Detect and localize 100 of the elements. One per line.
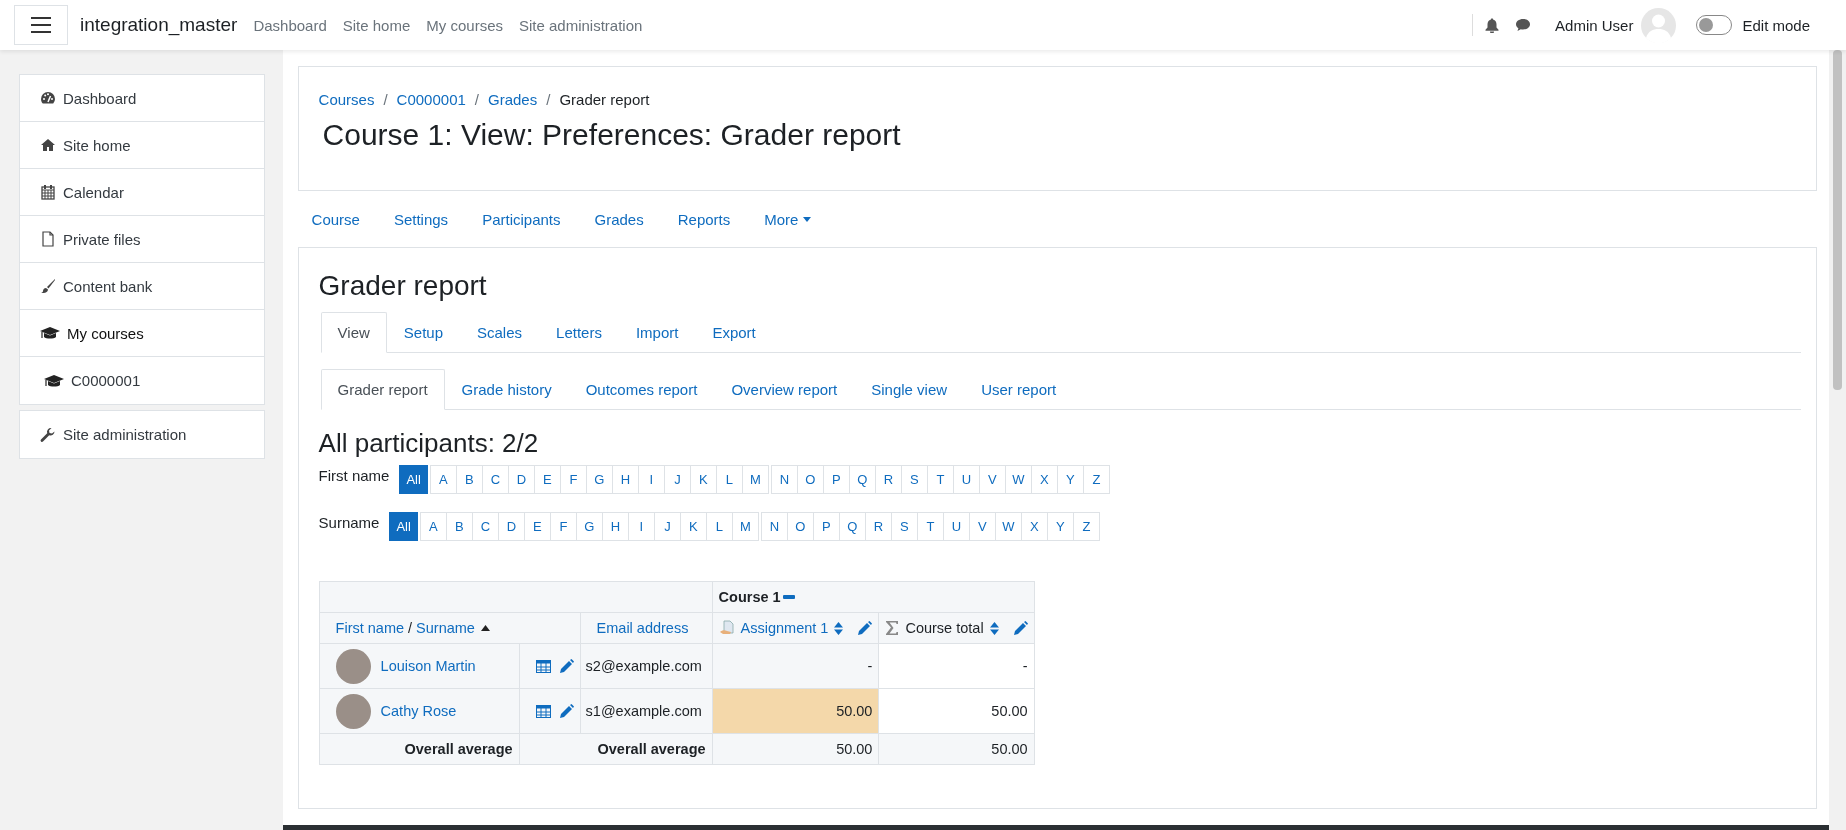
- site-name[interactable]: integration_master: [80, 14, 238, 36]
- letter-filter-button[interactable]: B: [455, 465, 483, 494]
- letter-filter-button[interactable]: W: [1004, 465, 1032, 494]
- sidebar-item[interactable]: Dashboard: [20, 75, 264, 122]
- letter-filter-button[interactable]: V: [968, 512, 996, 541]
- sidebar-item[interactable]: C0000001: [20, 357, 264, 404]
- letter-filter-button[interactable]: M: [741, 465, 769, 494]
- letter-filter-button[interactable]: U: [952, 465, 980, 494]
- course-nav-link[interactable]: More: [764, 210, 812, 228]
- tab[interactable]: User report: [964, 369, 1074, 410]
- letter-filter-button[interactable]: N: [760, 512, 788, 541]
- nav-link[interactable]: Dashboard: [253, 16, 327, 34]
- letter-filter-button[interactable]: G: [575, 512, 603, 541]
- grade-cell[interactable]: -: [712, 643, 879, 689]
- nav-link[interactable]: Site administration: [519, 16, 643, 34]
- letter-filter-button[interactable]: N: [770, 465, 798, 494]
- tab[interactable]: Single view: [854, 369, 965, 410]
- letter-filter-button[interactable]: L: [705, 512, 733, 541]
- letter-filter-button[interactable]: Q: [848, 465, 876, 494]
- letter-filter-button[interactable]: T: [916, 512, 944, 541]
- letter-filter-button[interactable]: D: [507, 465, 535, 494]
- letter-filter-button[interactable]: K: [679, 512, 707, 541]
- tab[interactable]: Grade history: [444, 369, 569, 410]
- letter-filter-button[interactable]: E: [533, 465, 561, 494]
- letter-filter-button[interactable]: Y: [1056, 465, 1084, 494]
- letter-filter-button[interactable]: Q: [838, 512, 866, 541]
- bell-icon[interactable]: [1485, 17, 1500, 33]
- letter-filter-button[interactable]: R: [874, 465, 902, 494]
- tab[interactable]: Letters: [539, 312, 619, 353]
- sidebar-item[interactable]: Calendar: [20, 169, 264, 216]
- letter-filter-button[interactable]: S: [900, 465, 928, 494]
- letter-filter-button[interactable]: All: [399, 465, 428, 494]
- tab[interactable]: Import: [618, 312, 696, 353]
- letter-filter-button[interactable]: O: [786, 512, 814, 541]
- letter-filter-button[interactable]: G: [585, 465, 613, 494]
- letter-filter-button[interactable]: Z: [1082, 465, 1110, 494]
- tab[interactable]: Setup: [386, 312, 460, 353]
- sort-link[interactable]: First name: [335, 620, 405, 636]
- edit-pencil-icon[interactable]: [558, 658, 574, 674]
- letter-filter-button[interactable]: X: [1030, 465, 1058, 494]
- letter-filter-button[interactable]: R: [864, 512, 892, 541]
- letter-filter-button[interactable]: I: [637, 465, 665, 494]
- letter-filter-button[interactable]: P: [822, 465, 850, 494]
- tab[interactable]: Overview report: [714, 369, 855, 410]
- letter-filter-button[interactable]: F: [549, 512, 577, 541]
- letter-filter-button[interactable]: W: [994, 512, 1022, 541]
- letter-filter-button[interactable]: H: [611, 465, 639, 494]
- tab[interactable]: Scales: [460, 312, 540, 353]
- letter-filter-button[interactable]: X: [1020, 512, 1048, 541]
- course-nav-link[interactable]: Reports: [677, 210, 731, 228]
- breadcrumb-link[interactable]: C0000001: [396, 91, 466, 108]
- sort-icon[interactable]: [834, 621, 844, 635]
- chat-bubble-icon[interactable]: [1515, 18, 1532, 32]
- letter-filter-button[interactable]: K: [689, 465, 717, 494]
- sort-ascending-icon[interactable]: [480, 625, 490, 631]
- letter-filter-button[interactable]: A: [429, 465, 457, 494]
- course-nav-link[interactable]: Course: [311, 210, 360, 228]
- edit-pencil-icon[interactable]: [558, 703, 574, 719]
- letter-filter-button[interactable]: L: [715, 465, 743, 494]
- edit-pencil-icon[interactable]: [1012, 620, 1028, 636]
- letter-filter-button[interactable]: F: [559, 465, 587, 494]
- tab[interactable]: Export: [695, 312, 773, 353]
- letter-filter-button[interactable]: C: [481, 465, 509, 494]
- breadcrumb-link[interactable]: Courses: [318, 91, 375, 108]
- table-icon[interactable]: [535, 659, 551, 673]
- letter-filter-button[interactable]: C: [471, 512, 499, 541]
- edit-pencil-icon[interactable]: [857, 620, 873, 636]
- tab[interactable]: Grader report: [320, 369, 445, 410]
- course-nav-link[interactable]: Grades: [594, 210, 644, 228]
- letter-filter-button[interactable]: U: [942, 512, 970, 541]
- letter-filter-button[interactable]: T: [926, 465, 954, 494]
- tab[interactable]: View: [320, 312, 387, 353]
- breadcrumb-link[interactable]: Grades: [488, 91, 538, 108]
- sort-link[interactable]: Surname: [416, 620, 475, 636]
- letter-filter-button[interactable]: I: [627, 512, 655, 541]
- course-nav-link[interactable]: Participants: [482, 210, 561, 228]
- grade-cell[interactable]: 50.00: [712, 688, 879, 734]
- course-nav-link[interactable]: Settings: [393, 210, 449, 228]
- sort-icon[interactable]: [989, 621, 999, 635]
- letter-filter-button[interactable]: O: [796, 465, 824, 494]
- user-name[interactable]: Admin User: [1555, 16, 1634, 34]
- letter-filter-button[interactable]: H: [601, 512, 629, 541]
- table-icon[interactable]: [535, 704, 551, 718]
- letter-filter-button[interactable]: V: [978, 465, 1006, 494]
- sidebar-item[interactable]: Private files: [20, 216, 264, 263]
- letter-filter-button[interactable]: D: [497, 512, 525, 541]
- letter-filter-button[interactable]: P: [812, 512, 840, 541]
- letter-filter-button[interactable]: E: [523, 512, 551, 541]
- letter-filter-button[interactable]: B: [445, 512, 473, 541]
- sidebar-item[interactable]: My courses: [20, 310, 264, 357]
- letter-filter-button[interactable]: J: [663, 465, 691, 494]
- sidebar-item[interactable]: Content bank: [20, 263, 264, 310]
- letter-filter-button[interactable]: Y: [1046, 512, 1074, 541]
- tab[interactable]: Outcomes report: [568, 369, 715, 410]
- letter-filter-button[interactable]: J: [653, 512, 681, 541]
- menu-button[interactable]: [14, 5, 68, 45]
- nav-link[interactable]: Site home: [342, 16, 411, 34]
- letter-filter-button[interactable]: M: [731, 512, 759, 541]
- student-name-link[interactable]: Cathy Rose: [380, 703, 457, 719]
- nav-link[interactable]: My courses: [426, 16, 503, 34]
